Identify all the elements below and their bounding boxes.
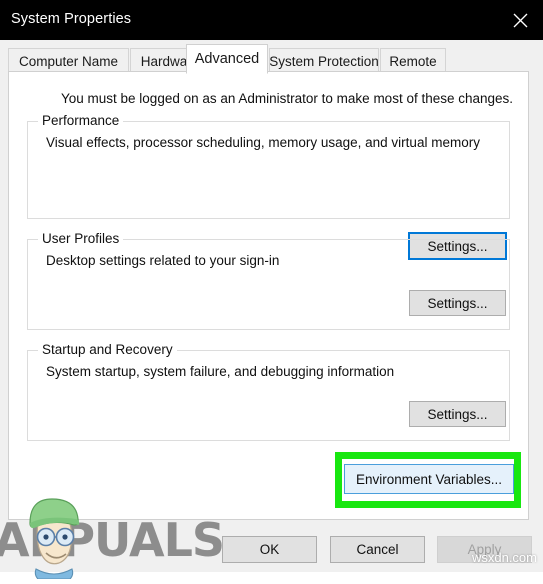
system-properties-window: System Properties Computer Name Hardware…	[0, 0, 543, 580]
tab-label: Computer Name	[18, 53, 119, 69]
title-bar: System Properties	[0, 0, 543, 40]
performance-group: Performance Visual effects, processor sc…	[27, 113, 510, 260]
cancel-button[interactable]: Cancel	[330, 536, 425, 563]
environment-variables-button[interactable]: Environment Variables...	[344, 464, 514, 494]
site-watermark: wsxdn.com	[471, 550, 537, 565]
button-label: Environment Variables...	[355, 471, 503, 487]
performance-group-description: Visual effects, processor scheduling, me…	[46, 135, 480, 150]
tab-label: Remote	[389, 53, 437, 69]
startup-recovery-group: Startup and Recovery System startup, sys…	[27, 342, 510, 441]
performance-group-title: Performance	[38, 113, 124, 128]
user-profiles-group-description: Desktop settings related to your sign-in	[46, 253, 280, 268]
button-label: Cancel	[356, 542, 399, 557]
user-profiles-group: User Profiles Desktop settings related t…	[27, 231, 510, 330]
tab-remote[interactable]: Remote	[380, 48, 446, 73]
user-profiles-settings-button[interactable]: Settings...	[409, 290, 506, 316]
window-title: System Properties	[11, 11, 132, 27]
startup-recovery-group-description: System startup, system failure, and debu…	[46, 364, 395, 379]
button-label: Settings...	[427, 295, 488, 311]
tab-strip: Computer Name Hardware Advanced System P…	[0, 40, 543, 74]
tab-advanced[interactable]: Advanced	[186, 44, 268, 74]
tab-computer-name[interactable]: Computer Name	[8, 48, 129, 73]
startup-recovery-settings-button[interactable]: Settings...	[409, 401, 506, 427]
ok-button[interactable]: OK	[222, 536, 317, 563]
startup-recovery-group-title: Startup and Recovery	[38, 342, 177, 357]
button-label: OK	[259, 542, 280, 557]
button-label: Settings...	[427, 406, 488, 422]
tab-system-protection[interactable]: System Protection	[269, 48, 379, 73]
user-profiles-group-title: User Profiles	[38, 231, 124, 246]
tab-label: Advanced	[194, 51, 260, 67]
admin-notice: You must be logged on as an Administrato…	[61, 91, 514, 106]
tab-label: System Protection	[269, 53, 379, 69]
close-button[interactable]	[497, 0, 543, 40]
close-icon	[513, 13, 528, 28]
